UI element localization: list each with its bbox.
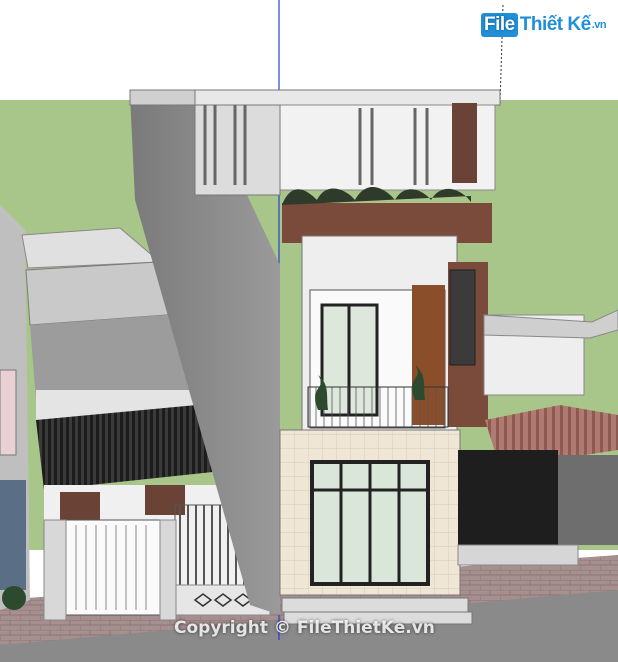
neighbor-gate-pillar (43, 519, 67, 621)
right-step (457, 544, 579, 566)
right-storefront-glass (558, 455, 618, 545)
rooftop-frame (194, 89, 501, 106)
logo-name-label: Thiết Kế (519, 14, 591, 35)
rooftop-column-l (194, 104, 281, 196)
rooftop-wood-panel (452, 103, 477, 183)
left-neighbor-door (0, 480, 26, 590)
balcony-rail (307, 386, 449, 428)
neighbor-gate-pillar-2 (159, 519, 177, 621)
watermark-logo: File Thiết Kế .vn (481, 10, 607, 40)
copyright-watermark: Copyright © FileThietKe.vn (174, 618, 435, 638)
right-storefront (458, 450, 558, 545)
neighbor-gate (65, 519, 162, 616)
left-neighbor-pink (0, 369, 17, 456)
neighbor-window-1 (60, 492, 100, 522)
left-plant (2, 586, 26, 610)
logo-suffix-label: .vn (591, 19, 607, 31)
second-floor-window-side (449, 269, 476, 366)
house-render (0, 0, 618, 662)
logo-file-label: File (481, 13, 518, 37)
